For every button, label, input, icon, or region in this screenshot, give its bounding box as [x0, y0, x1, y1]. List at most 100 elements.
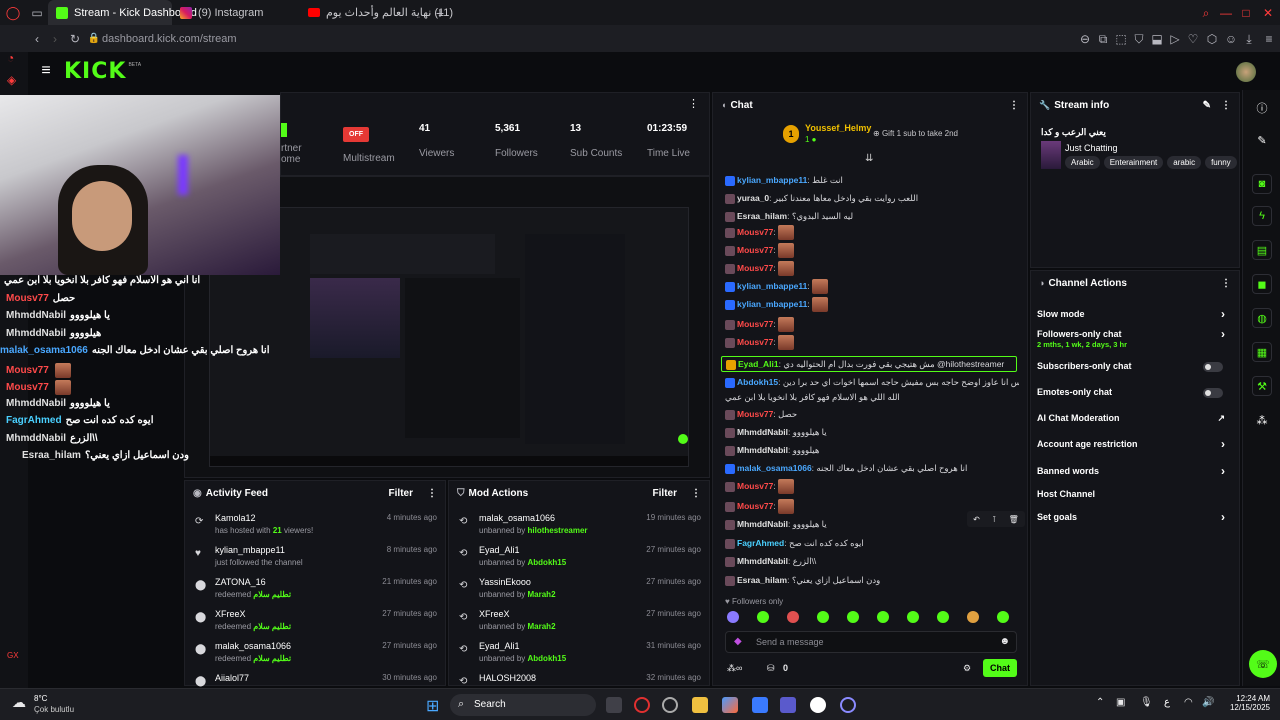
layout-icon[interactable]: ▦	[1252, 342, 1272, 362]
opera-logo-icon[interactable]: ◯	[0, 6, 26, 19]
lightning-icon[interactable]: ϟ	[1252, 206, 1272, 226]
hamburger-menu-icon[interactable]: ≡	[28, 63, 64, 79]
chat-username[interactable]: Mousv77	[737, 337, 773, 347]
info-more-icon[interactable]: ⋮	[1221, 100, 1231, 111]
document-icon[interactable]: ▤	[1252, 240, 1272, 260]
chat-username[interactable]: Mousv77	[737, 245, 773, 255]
chat-message[interactable]: الله اللي هو الاسلام فهو كافر بلا انخويا…	[725, 390, 1019, 406]
tray-chevron-icon[interactable]: ⌃	[1096, 697, 1104, 708]
tab-kick-dashboard[interactable]: Stream - Kick Dashboard	[48, 0, 197, 25]
mod-action-item[interactable]: ⟲ YassinEkooo unbanned by Marah2 27 minutes…	[457, 577, 701, 609]
top-gifter-name[interactable]: Youssef_Helmy	[805, 123, 871, 133]
mod-filter-button[interactable]: Filter	[653, 488, 677, 499]
tab-manager-icon[interactable]: ▭	[26, 7, 48, 19]
channel-action-set-goals[interactable]: Set goals ›	[1037, 510, 1231, 526]
mod-actor[interactable]: Marah2	[528, 590, 556, 599]
quick-emote-icon[interactable]	[847, 611, 859, 623]
activity-user[interactable]: Aiialol77	[215, 673, 249, 683]
chat-message[interactable]: Esraa_hilam: ليه السيد البدوي؟	[725, 209, 1019, 225]
back-icon[interactable]: ‹	[28, 33, 46, 45]
multistream-off-badge[interactable]: OFF	[343, 127, 369, 142]
gift-cta[interactable]: ⊕ Gift 1 sub to take 2nd	[873, 129, 958, 138]
toggle-switch[interactable]	[1203, 362, 1223, 372]
weather-temp[interactable]: 8°C	[34, 694, 47, 703]
messenger-icon[interactable]: ◈	[7, 74, 16, 86]
chat-username[interactable]: Mousv77	[737, 319, 773, 329]
activity-user[interactable]: XFreeX	[215, 609, 246, 619]
chat-username[interactable]: MhmddNabil	[737, 556, 788, 566]
minimize-icon[interactable]: —	[1216, 7, 1236, 19]
reload-icon[interactable]: ↻	[64, 33, 86, 45]
url-field[interactable]: dashboard.kick.com/stream	[102, 33, 237, 45]
activity-item[interactable]: ♥ kylian_mbappe11 just followed the channe…	[193, 545, 437, 577]
chat-username[interactable]: Mousv77	[737, 501, 773, 511]
tray-app-icon[interactable]: ▣	[1116, 697, 1125, 708]
chat-username[interactable]: kylian_mbappe11	[737, 281, 807, 291]
weather-icon[interactable]: ☁	[12, 694, 26, 711]
quick-emote-icon[interactable]	[877, 611, 889, 623]
pin-icon[interactable]: ⊺	[992, 515, 996, 524]
language-indicator[interactable]: ع	[1164, 697, 1170, 708]
emote-picker-icon[interactable]: ◆	[734, 636, 742, 647]
activity-item[interactable]: ⟳ Kamola12 has hosted with 21 viewers! 4 mi…	[193, 513, 437, 545]
chat-message[interactable]: Mousv77:	[725, 479, 1019, 495]
chat-username[interactable]: MhmddNabil	[737, 427, 788, 437]
chat-username[interactable]: Mousv77	[737, 227, 773, 237]
quick-emote-icon[interactable]	[907, 611, 919, 623]
chat-message[interactable]: MhmddNabil: يا هيلوووو	[725, 425, 1019, 441]
activity-user[interactable]: malak_osama1066	[215, 641, 291, 651]
taskbar-search[interactable]: ⌕ Search	[450, 694, 596, 716]
music-icon[interactable]	[810, 697, 826, 713]
channel-action-subscribers-only-chat[interactable]: Subscribers-only chat	[1037, 361, 1231, 375]
chat-message[interactable]: Eyad_Ali1: مش هتيجي بقي فورت بدال ام الح…	[721, 356, 1017, 372]
chat-tools-icon[interactable]: ⁂∞	[727, 663, 742, 674]
chat-input[interactable]: ◆ Send a message ☻	[725, 631, 1017, 653]
chat-message[interactable]: Mousv77: حصل	[725, 407, 1019, 423]
community-icon[interactable]: ⁂	[1252, 410, 1272, 430]
chat-username[interactable]: Mousv77	[737, 263, 773, 273]
stream-tag[interactable]: arabic	[1167, 156, 1202, 169]
mod-actor[interactable]: hilothestreamer	[528, 526, 588, 535]
teams-icon[interactable]	[780, 697, 796, 713]
aria-icon[interactable]: ◔	[7, 52, 14, 64]
kick-logo[interactable]: KICK	[64, 59, 126, 84]
activity-item[interactable]: ⬤ malak_osama1066 redeemed تطليم سلام 27 mi…	[193, 641, 437, 673]
stream-category[interactable]: Just Chatting	[1065, 143, 1118, 153]
stat-multistream[interactable]: OFF Multistream	[343, 125, 395, 164]
downloads-icon[interactable]: ⤓	[1240, 33, 1258, 45]
chat-message[interactable]: Mousv77:	[725, 335, 1019, 351]
chat-message[interactable]: kylian_mbappe11:	[725, 297, 1019, 313]
quick-emote-icon[interactable]	[727, 611, 739, 623]
extensions-puzzle-icon[interactable]: ⬡	[1202, 33, 1222, 45]
volume-icon[interactable]: 🔊	[1202, 697, 1214, 708]
quick-emote-icon[interactable]	[757, 611, 769, 623]
copilot-icon[interactable]	[722, 697, 738, 713]
chat-more-icon[interactable]: ⋮	[1009, 100, 1019, 111]
mod-target-user[interactable]: Eyad_Ali1	[479, 641, 520, 651]
download-page-icon[interactable]: ⬓	[1148, 33, 1166, 45]
activity-filter-button[interactable]: Filter	[389, 488, 413, 499]
vpn-icon[interactable]: ⛉	[1130, 33, 1148, 45]
edit-icon[interactable]: ✎	[1203, 100, 1211, 111]
mod-target-user[interactable]: HALOSH2008	[479, 673, 536, 683]
new-tab-icon[interactable]: +	[430, 6, 450, 20]
chat-message[interactable]: Mousv77:	[725, 261, 1019, 277]
emoji-icon[interactable]: ☻	[999, 636, 1010, 647]
mod-target-user[interactable]: malak_osama1066	[479, 513, 555, 523]
toggle-switch[interactable]	[1203, 388, 1223, 398]
steam-icon[interactable]	[662, 697, 678, 713]
menu-icon[interactable]: ≡	[1258, 33, 1280, 45]
chat-username[interactable]: Eyad_Ali1	[738, 359, 779, 369]
chat-message[interactable]: malak_osama1066: انا هروح اصلي بقي عشان …	[725, 461, 1019, 477]
weather-desc[interactable]: Çok bulutlu	[34, 705, 74, 714]
mod-target-user[interactable]: Eyad_Ali1	[479, 545, 520, 555]
chat-message[interactable]: Mousv77:	[725, 243, 1019, 259]
mic-icon[interactable]: 🎙	[1140, 697, 1153, 708]
mod-actor[interactable]: Abdokh15	[528, 654, 567, 663]
chat-username[interactable]: malak_osama1066	[737, 463, 812, 473]
windows-start-icon[interactable]: ⊞	[426, 696, 439, 716]
chat-settings-icon[interactable]: ⚙	[963, 663, 971, 674]
clock[interactable]: 12:24 AM 12/15/2025	[1230, 694, 1270, 712]
mod-actor[interactable]: Marah2	[528, 622, 556, 631]
stats-more-icon[interactable]: ⋮	[688, 99, 699, 110]
